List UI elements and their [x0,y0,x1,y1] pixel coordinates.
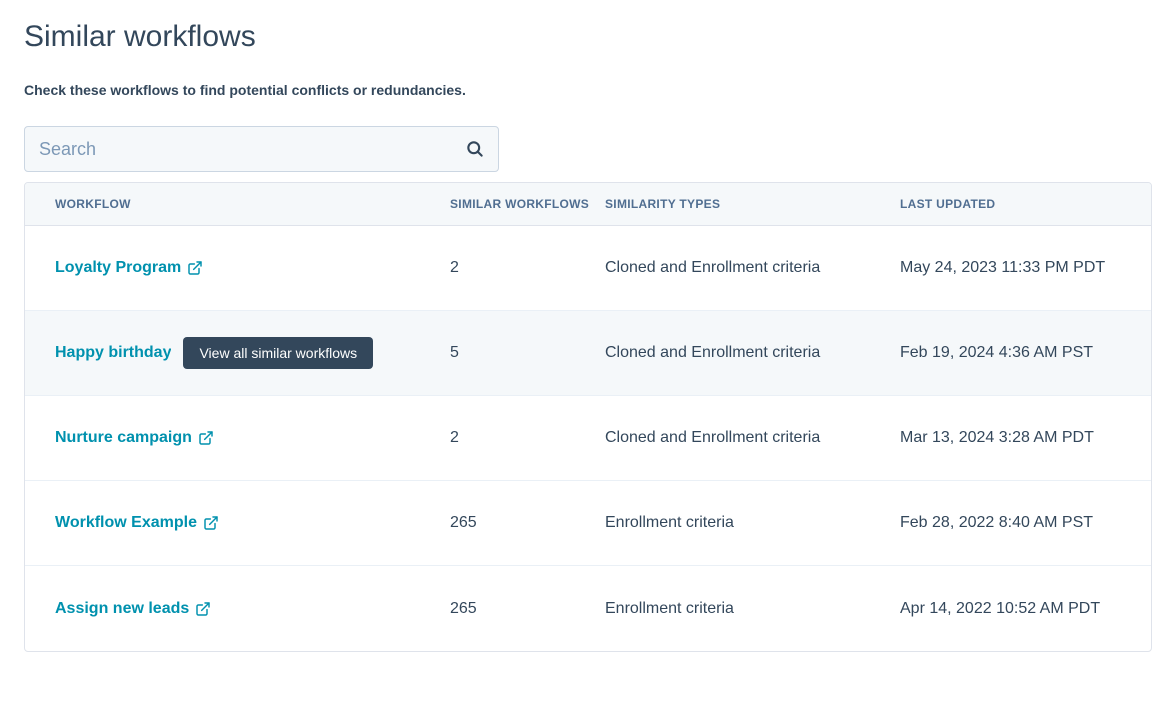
external-link-icon [195,601,211,617]
col-header-similar: SIMILAR WORKFLOWS [450,197,605,211]
table-row[interactable]: Happy birthday View all similar workflows… [25,311,1151,396]
last-updated: Apr 14, 2022 10:52 AM PDT [900,600,1121,618]
workflow-name: Happy birthday [55,344,171,362]
similarity-types: Cloned and Enrollment criteria [605,259,900,277]
similar-count: 265 [450,600,605,618]
col-header-types: SIMILARITY TYPES [605,197,900,211]
workflows-table: WORKFLOW SIMILAR WORKFLOWS SIMILARITY TY… [24,182,1152,652]
search-input[interactable] [24,126,499,172]
workflow-link[interactable]: Nurture campaign [55,429,214,447]
table-row[interactable]: Nurture campaign 2Cloned and Enrollment c… [25,396,1151,481]
similarity-types: Cloned and Enrollment criteria [605,344,900,362]
workflow-cell: Loyalty Program [55,259,450,277]
similar-count: 5 [450,344,605,362]
last-updated: Feb 28, 2022 8:40 AM PST [900,514,1121,532]
similar-count: 2 [450,259,605,277]
page-subtitle: Check these workflows to find potential … [24,82,1152,98]
workflow-cell: Happy birthday View all similar workflows [55,337,450,369]
similarity-types: Cloned and Enrollment criteria [605,429,900,447]
last-updated: May 24, 2023 11:33 PM PDT [900,259,1121,277]
workflow-cell: Assign new leads [55,600,450,618]
external-link-icon [187,260,203,276]
workflow-name: Workflow Example [55,514,197,532]
workflow-name: Nurture campaign [55,429,192,447]
view-all-similar-button[interactable]: View all similar workflows [183,337,373,369]
similarity-types: Enrollment criteria [605,514,900,532]
workflow-link[interactable]: Workflow Example [55,514,219,532]
workflow-link[interactable]: Assign new leads [55,600,211,618]
workflow-name: Loyalty Program [55,259,181,277]
search-container [24,126,499,172]
col-header-updated: LAST UPDATED [900,197,1121,211]
workflow-link[interactable]: Loyalty Program [55,259,203,277]
similar-count: 2 [450,429,605,447]
similarity-types: Enrollment criteria [605,600,900,618]
col-header-workflow: WORKFLOW [55,197,450,211]
workflow-cell: Workflow Example [55,514,450,532]
workflow-cell: Nurture campaign [55,429,450,447]
table-header-row: WORKFLOW SIMILAR WORKFLOWS SIMILARITY TY… [25,183,1151,226]
table-row[interactable]: Loyalty Program 2Cloned and Enrollment cr… [25,226,1151,311]
workflow-name: Assign new leads [55,600,189,618]
external-link-icon [198,430,214,446]
last-updated: Feb 19, 2024 4:36 AM PST [900,344,1121,362]
external-link-icon [203,515,219,531]
last-updated: Mar 13, 2024 3:28 AM PDT [900,429,1121,447]
page-title: Similar workflows [24,20,1152,54]
similar-count: 265 [450,514,605,532]
table-row[interactable]: Assign new leads 265Enrollment criteriaAp… [25,566,1151,651]
workflow-link[interactable]: Happy birthday [55,344,171,362]
table-row[interactable]: Workflow Example 265Enrollment criteriaFe… [25,481,1151,566]
